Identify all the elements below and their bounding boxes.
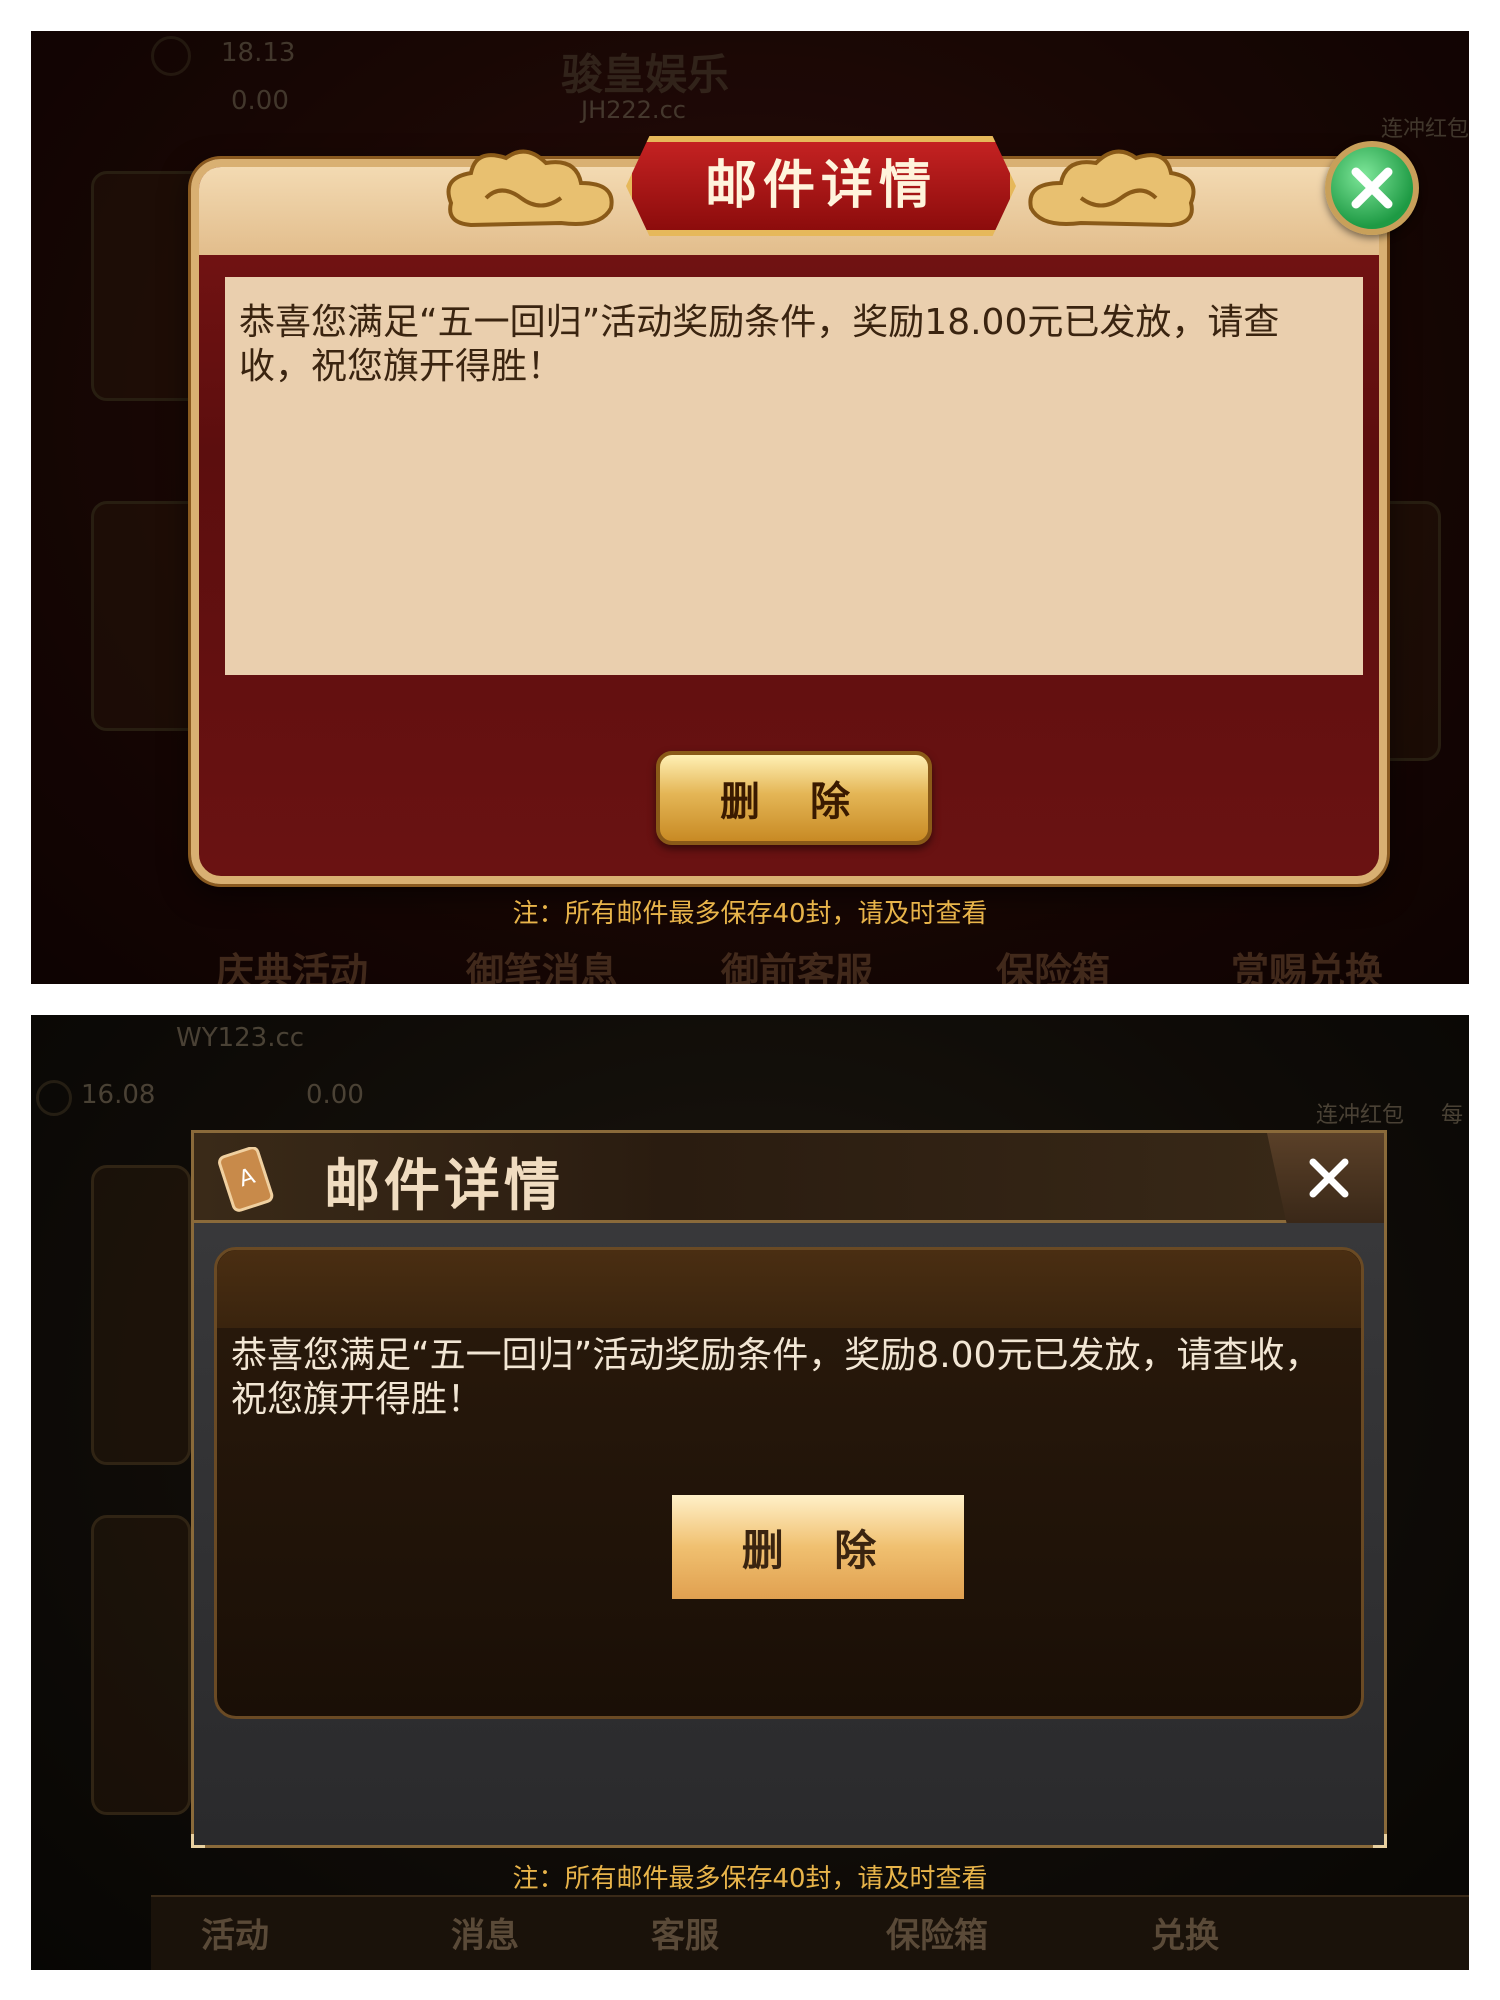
dialog-title-banner: 邮件详情	[626, 136, 1016, 236]
screenshot-dark-theme: WY123.cc 16.08 0.00 连冲红包 每 A 邮件详情 恭喜您满足“…	[31, 1015, 1469, 1970]
message-panel: 恭喜您满足“五一回归”活动奖励条件，奖励8.00元已发放，请查收，祝您旗开得胜！	[214, 1247, 1364, 1719]
close-button[interactable]	[1325, 141, 1419, 235]
playing-card-icon: A	[218, 1147, 274, 1212]
delete-button[interactable]: 删 除	[656, 751, 932, 845]
nav-item-messages[interactable]: 消息	[451, 1908, 519, 1957]
nav-item-safe[interactable]: 保险箱	[886, 1908, 988, 1957]
frame-corner	[1373, 1834, 1387, 1848]
nav-item-activity[interactable]: 活动	[201, 1908, 269, 1957]
mail-message: 恭喜您满足“五一回归”活动奖励条件，奖励8.00元已发放，请查收，祝您旗开得胜！	[231, 1335, 1321, 1420]
cloud-ornament-icon	[1028, 149, 1196, 228]
nav-item-celebration[interactable]: 庆典活动	[216, 941, 368, 984]
storage-note: 注：所有邮件最多保存40封，请及时查看	[512, 899, 988, 929]
dialog-title: 邮件详情	[704, 156, 937, 216]
mail-detail-dialog: A 邮件详情 恭喜您满足“五一回归”活动奖励条件，奖励8.00元已发放，请查收，…	[191, 1130, 1387, 1848]
nav-item-exchange[interactable]: 兑换	[1151, 1908, 1219, 1957]
mail-message: 恭喜您满足“五一回归”活动奖励条件，奖励18.00元已发放，请查收，祝您旗开得胜…	[239, 302, 1280, 387]
nav-item-exchange[interactable]: 赏赐兑换	[1231, 941, 1383, 984]
dialog-title: 邮件详情	[324, 1154, 564, 1219]
screenshot-red-theme: 18.13 0.00 骏皇娱乐 JH222.cc 连冲红包 恭喜您满足“五一回归…	[31, 31, 1469, 984]
close-button[interactable]	[1267, 1133, 1384, 1223]
nav-item-messages[interactable]: 御笔消息	[466, 941, 618, 984]
dialog-header: A 邮件详情	[194, 1133, 1384, 1223]
delete-button[interactable]: 删 除	[672, 1495, 964, 1599]
message-panel-header	[217, 1250, 1361, 1328]
frame-corner	[191, 1834, 205, 1848]
message-panel: 恭喜您满足“五一回归”活动奖励条件，奖励18.00元已发放，请查收，祝您旗开得胜…	[225, 277, 1363, 675]
nav-item-service[interactable]: 御前客服	[721, 941, 873, 984]
nav-item-safe[interactable]: 保险箱	[996, 941, 1110, 984]
storage-note: 注：所有邮件最多保存40封，请及时查看	[512, 1864, 988, 1894]
close-icon	[1309, 1158, 1349, 1198]
bottom-nav	[151, 1895, 1469, 1970]
nav-item-service[interactable]: 客服	[651, 1908, 719, 1957]
cloud-ornament-icon	[446, 149, 614, 228]
close-icon	[1351, 167, 1393, 209]
